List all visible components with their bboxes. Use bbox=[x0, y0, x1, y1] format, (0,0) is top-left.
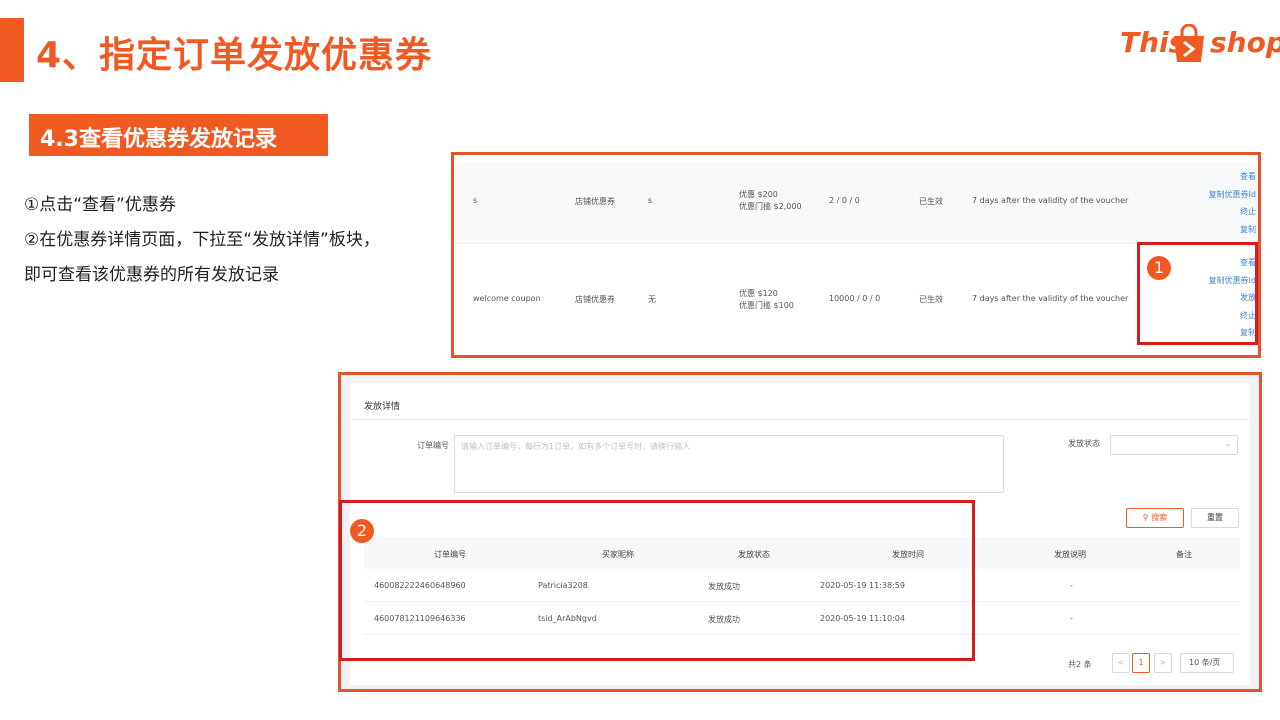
coupon-counts: 2 / 0 / 0 bbox=[829, 196, 860, 205]
coupon-threshold: 优惠门槛 $100 bbox=[739, 301, 794, 310]
search-icon: ⚲ bbox=[1142, 513, 1149, 522]
issue-status-select[interactable]: ⌄ bbox=[1110, 435, 1238, 455]
logo-text-shop: shop bbox=[1210, 26, 1280, 59]
coupon-code: s bbox=[648, 196, 653, 205]
cell-note: - bbox=[1070, 614, 1073, 623]
col-remark: 备注 bbox=[1176, 550, 1192, 559]
coupon-counts: 10000 / 0 / 0 bbox=[829, 294, 881, 303]
issue-status-label: 发放状态 bbox=[1068, 439, 1100, 448]
view-link[interactable]: 查看 bbox=[1170, 168, 1256, 186]
order-no-input[interactable]: 请输入订单编号，每行为1订单，如有多个订单号时，请换行输入 bbox=[454, 435, 1004, 493]
coupon-code: 无 bbox=[648, 295, 656, 304]
prev-page-button[interactable]: < bbox=[1112, 653, 1130, 673]
shopping-bag-icon bbox=[1174, 24, 1204, 62]
coupon-type: 店铺优惠券 bbox=[575, 197, 615, 206]
instruction-step-2-cont: 即可查看该优惠券的所有发放记录 bbox=[24, 265, 279, 285]
pagination-total: 共2 条 bbox=[1068, 660, 1092, 669]
reset-button[interactable]: 重置 bbox=[1191, 508, 1239, 528]
col-note: 发放说明 bbox=[1054, 550, 1086, 559]
instruction-step-1: ①点击“查看”优惠券 bbox=[24, 195, 176, 215]
coupon-status: 已生效 bbox=[919, 197, 943, 206]
highlight-box-records bbox=[339, 500, 975, 661]
cell-note: - bbox=[1070, 581, 1073, 590]
page-size-select[interactable]: 10 条/页 bbox=[1180, 653, 1234, 673]
terminate-link[interactable]: 终止 bbox=[1170, 203, 1256, 221]
coupon-row: s 店铺优惠券 s 优惠 $200 优惠门槛 $2,000 2 / 0 / 0 … bbox=[454, 163, 1258, 243]
search-button-label: 搜索 bbox=[1151, 513, 1168, 522]
copy-coupon-id-link[interactable]: 复制优惠券Id bbox=[1170, 186, 1256, 204]
copy-link[interactable]: 复制 bbox=[1170, 221, 1256, 239]
coupon-actions: 查看 复制优惠券Id 终止 复制 bbox=[1170, 168, 1256, 238]
instructions: ①点击“查看”优惠券 ②在优惠券详情页面，下拉至“发放详情”板块， 即可查看该优… bbox=[24, 188, 444, 293]
instruction-step-2: ②在优惠券详情页面，下拉至“发放详情”板块， bbox=[24, 230, 380, 250]
coupon-name: s bbox=[473, 196, 478, 205]
divider bbox=[350, 419, 1250, 420]
order-no-label: 订单编号 bbox=[417, 441, 449, 450]
search-button[interactable]: ⚲ 搜索 bbox=[1126, 508, 1184, 528]
page-1-button[interactable]: 1 bbox=[1132, 653, 1150, 673]
next-page-button[interactable]: > bbox=[1154, 653, 1172, 673]
step-badge-1: 1 bbox=[1147, 256, 1171, 280]
coupon-status: 已生效 bbox=[919, 295, 943, 304]
step-badge-2: 2 bbox=[350, 519, 374, 543]
coupon-type: 店铺优惠券 bbox=[575, 295, 615, 304]
coupon-discount: 优惠 $200 bbox=[739, 190, 778, 199]
slide: 4、指定订单发放优惠券 This shop 4.3查看优惠券发放记录 ①点击“查… bbox=[0, 0, 1280, 720]
chevron-down-icon: ⌄ bbox=[1224, 439, 1231, 448]
coupon-discount: 优惠 $120 bbox=[739, 289, 778, 298]
coupon-validity: 7 days after the validity of the voucher bbox=[972, 294, 1129, 303]
coupon-validity: 7 days after the validity of the voucher bbox=[972, 196, 1129, 205]
coupon-threshold: 优惠门槛 $2,000 bbox=[739, 202, 802, 211]
slide-title: 4、指定订单发放优惠券 bbox=[36, 35, 433, 76]
panel-title: 发放详情 bbox=[364, 402, 401, 412]
title-accent-bar bbox=[0, 18, 24, 82]
coupon-name: welcome coupon bbox=[473, 294, 541, 303]
thisshop-logo: This shop bbox=[1118, 18, 1280, 72]
section-label: 4.3查看优惠券发放记录 bbox=[29, 114, 328, 156]
